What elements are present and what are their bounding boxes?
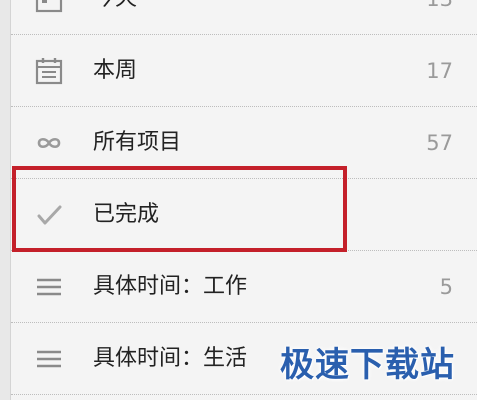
list-lines-icon: [33, 273, 65, 301]
sidebar-item-count: 17: [426, 59, 453, 83]
sidebar-item-count: 13: [426, 0, 453, 13]
calendar-day-icon: [33, 0, 65, 13]
sidebar-item-work-time[interactable]: 具体时间：工作 5: [11, 251, 477, 323]
list-lines-icon: [33, 345, 65, 373]
sidebar-item-label: 具体时间：生活: [93, 346, 248, 371]
sidebar-item-label: 今天: [93, 0, 137, 13]
watermark-text: 极速下载站: [280, 345, 455, 385]
completed-highlight-box: [12, 166, 347, 252]
sidebar-item-count: 57: [426, 131, 453, 155]
sidebar-left-edge: [0, 0, 11, 400]
sidebar-item-count: 5: [439, 275, 453, 299]
infinity-icon: [33, 129, 65, 157]
sidebar-item-label: 所有项目: [93, 130, 182, 155]
calendar-week-icon: [33, 57, 65, 85]
sidebar-item-label: 本周: [93, 58, 138, 83]
sidebar-item-today[interactable]: 今天 13: [11, 0, 477, 35]
sidebar-panel: 今天 13 本周 17 所: [0, 0, 477, 400]
sidebar-item-label: 具体时间：工作: [93, 274, 248, 299]
sidebar-item-this-week[interactable]: 本周 17: [11, 35, 477, 107]
